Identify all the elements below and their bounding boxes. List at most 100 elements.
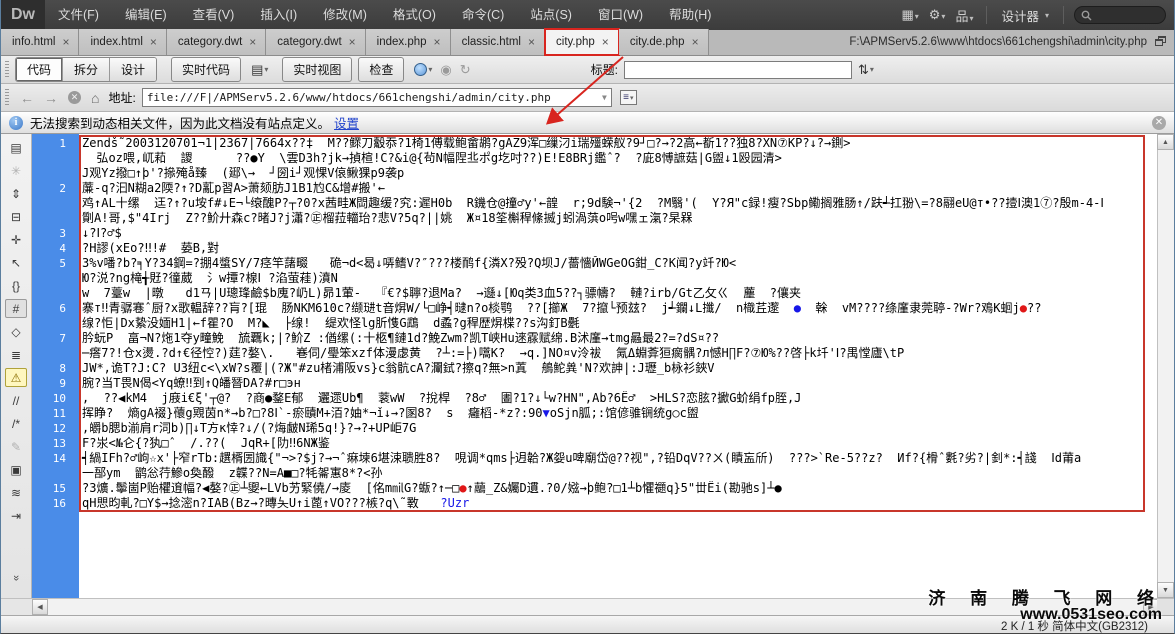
- collapse-selection-icon[interactable]: ⊟: [5, 207, 27, 226]
- chevron-down-icon[interactable]: ▼: [602, 93, 607, 102]
- code-line: J观Yz撥□↑þ'?撡殗å臻 (郔\→ ┘圀i┘观惈V偯鳅猓p9袭p: [32, 166, 1159, 181]
- apply-comment-icon[interactable]: //: [5, 391, 27, 410]
- tab-classic.html[interactable]: classic.html×: [451, 29, 545, 55]
- code-navigator-icon: ✳: [5, 161, 27, 180]
- tab-close-icon[interactable]: ×: [150, 37, 157, 47]
- code-line: 53%v噃?b?╕Y?34鋼=?掤4螿SY/7痉竿藷畷 硊¬d<曷↓哢鳍V?″?…: [32, 256, 1159, 271]
- collapse-full-tag-icon[interactable]: ⇕: [5, 184, 27, 203]
- code-line: 16qH愳昀軋?□Y$→捻滵n?IAB(Bz→?暷夨U↑i蓖↑VO???槉?q\…: [32, 496, 1159, 511]
- move-css-rule-icon[interactable]: ≋: [5, 483, 27, 502]
- document-toolbar: 代码 拆分 设计 实时代码 ▤▾ 实时视图 检查 ▾ ◉ ↻ 标题: ⇅▾: [1, 56, 1174, 84]
- tab-close-icon[interactable]: ×: [434, 37, 441, 47]
- code-pane[interactable]: 1Zendš˜2003120701¬1|2367|7664x??‡ М??鳏刀觳…: [32, 134, 1159, 598]
- design-view-button[interactable]: 设计: [110, 58, 156, 81]
- status-bar: 2 K / 1 秒 简体中文(GB2312): [1, 615, 1174, 634]
- close-icon[interactable]: ✕: [1152, 116, 1166, 130]
- vertical-scrollbar[interactable]: ▲ ▼: [1157, 134, 1174, 598]
- menu-item-6[interactable]: 命令(C): [449, 0, 517, 30]
- tab-index.html[interactable]: index.html×: [79, 29, 166, 55]
- layout-switcher-icon[interactable]: ▦▾: [898, 5, 921, 25]
- expand-all-icon[interactable]: ✛: [5, 230, 27, 249]
- code-line: 7肣蚖P 畗¬N?炧1夺y疃鮸 旈覊k;|?魪Z :偤缧(:十柩¶鏈1d?鮸Zw…: [32, 331, 1159, 346]
- menu-item-4[interactable]: 修改(M): [310, 0, 380, 30]
- split-view-button[interactable]: 拆分: [63, 58, 110, 81]
- validate-markup-icon[interactable]: ▤▾: [251, 62, 268, 78]
- file-management-icon[interactable]: ⇅▾: [858, 62, 874, 78]
- live-code-button[interactable]: 实时代码: [171, 57, 241, 82]
- line-numbers-icon[interactable]: #: [5, 299, 27, 318]
- recent-snippets-icon[interactable]: ▣: [5, 460, 27, 479]
- line-number: [32, 151, 79, 166]
- menu-item-8[interactable]: 窗口(W): [585, 0, 656, 30]
- site-setup-link[interactable]: 设置: [334, 113, 359, 132]
- live-view-button[interactable]: 实时视图: [282, 57, 352, 82]
- tab-close-icon[interactable]: ×: [528, 37, 535, 47]
- code-text: 弘oz喂,屼萂 謖 ??●Y \雲D3h?jk→揁楦!C?&i@{茍Ν幅陧丠ポg…: [79, 151, 1159, 166]
- code-text: ,皭b腮b湔肩r泀b)∏↓T方κ悻?↓/(?烸皻N琋5q!}?→?+UP岠7G: [79, 421, 1159, 436]
- code-line: 8JW*,诡T?J:C? U3纽c<\xW?s覆|(?Ж"#zu楮浦阪vs}c翁…: [32, 361, 1159, 376]
- highlight-invalid-code-icon[interactable]: ◇: [5, 322, 27, 341]
- tab-info.html[interactable]: info.html×: [1, 29, 79, 55]
- code-line: w 7薹w |暾 d1ㄢ|U璁琒鹼$b廆?屷L)昴1葷- 『€?$聹?退Ma? …: [32, 286, 1159, 301]
- scroll-left-icon[interactable]: ◀: [32, 599, 48, 615]
- tab-close-icon[interactable]: ×: [602, 37, 609, 47]
- address-label: 地址:: [108, 89, 135, 106]
- tab-close-icon[interactable]: ×: [62, 37, 69, 47]
- remove-comment-icon[interactable]: /*: [5, 414, 27, 433]
- browser-list-icon[interactable]: ≡▾: [620, 90, 637, 105]
- preview-in-browser-icon[interactable]: ▾: [414, 63, 432, 76]
- open-documents-icon[interactable]: ▤: [5, 138, 27, 157]
- code-text: F?汖<№仑{?犱□ˆ /.??( JqR+[阞‼6NЖ鉴: [79, 436, 1159, 451]
- tab-label: city.php: [556, 36, 595, 48]
- search-input[interactable]: [1074, 6, 1166, 24]
- syntax-error-alerts-icon[interactable]: ≣: [5, 345, 27, 364]
- indent-code-icon[interactable]: ⇥: [5, 506, 27, 525]
- menu-item-0[interactable]: 文件(F): [45, 0, 112, 30]
- inspect-button[interactable]: 检查: [358, 57, 404, 82]
- line-number: 6: [32, 301, 79, 316]
- balance-braces-icon[interactable]: {}: [5, 276, 27, 295]
- home-icon[interactable]: ⌂: [91, 91, 99, 105]
- document-title-input[interactable]: [624, 61, 852, 79]
- tab-index.php[interactable]: index.php×: [366, 29, 451, 55]
- menu-item-1[interactable]: 编辑(E): [112, 0, 180, 30]
- code-line: 3↓?Ⅰ?♂$: [32, 226, 1159, 241]
- menu-item-7[interactable]: 站点(S): [517, 0, 585, 30]
- menu-item-5[interactable]: 格式(O): [380, 0, 449, 30]
- tab-category.dwt[interactable]: category.dwt ×: [266, 29, 365, 55]
- document-tab-bar: info.html×index.html×category.dwt×catego…: [1, 30, 1174, 56]
- site-icon[interactable]: 品▾: [952, 4, 976, 27]
- code-text: ?3爌.鬡崮P贻欋逳幅?◀嫯?㊣┴夓←LVb艻緊僥/→庱 [佲m㏕G?蝂?↑─□…: [79, 481, 1159, 496]
- line-number: [32, 346, 79, 361]
- search-icon: [1081, 10, 1092, 21]
- menu-item-3[interactable]: 插入(I): [247, 0, 310, 30]
- refresh-icon[interactable]: ↻: [460, 62, 471, 78]
- scroll-up-icon[interactable]: ▲: [1157, 134, 1174, 150]
- tab-close-icon[interactable]: ×: [249, 37, 256, 47]
- address-input[interactable]: file:///F|/APMServ5.2.6/www/htdocs/661ch…: [142, 88, 612, 107]
- code-line: 一郚ym 鹠忩荇鰺o奐醱 z韘??N=A■□?牦嗧寭8*?<孙: [32, 466, 1159, 481]
- tab-label: city.de.php: [630, 36, 685, 48]
- select-parent-tag-icon[interactable]: ↖: [5, 253, 27, 272]
- stop-icon[interactable]: ✕: [68, 91, 81, 104]
- menu-item-2[interactable]: 查看(V): [180, 0, 248, 30]
- code-view-button[interactable]: 代码: [16, 58, 63, 81]
- workspace-switcher[interactable]: 设计器 ▾: [997, 6, 1053, 25]
- visual-aids-icon[interactable]: ◉: [440, 62, 451, 78]
- tab-category.dwt[interactable]: category.dwt×: [167, 29, 266, 55]
- tab-city.de.php[interactable]: city.de.php ×: [619, 29, 709, 55]
- tab-close-icon[interactable]: ×: [692, 37, 699, 47]
- forward-icon[interactable]: →: [44, 91, 58, 105]
- line-number: 1: [32, 136, 79, 151]
- tab-label: category.dwt: [277, 36, 341, 48]
- restore-window-icon[interactable]: [1155, 36, 1166, 46]
- syntax-error-warning-icon[interactable]: ⚠: [5, 368, 27, 387]
- back-icon[interactable]: ←: [20, 91, 34, 105]
- tab-close-icon[interactable]: ×: [349, 37, 356, 47]
- menu-item-9[interactable]: 帮助(H): [656, 0, 724, 30]
- show-more-icon[interactable]: »: [10, 575, 22, 581]
- tab-city.php[interactable]: city.php ×: [545, 29, 619, 55]
- code-text: 腕?当T畏N偈<Yq蟟‼到↑Q皤朁DA?#r□эн: [79, 376, 1159, 391]
- title-label: 标题:: [591, 61, 618, 78]
- gear-icon[interactable]: ⚙▾: [926, 5, 949, 25]
